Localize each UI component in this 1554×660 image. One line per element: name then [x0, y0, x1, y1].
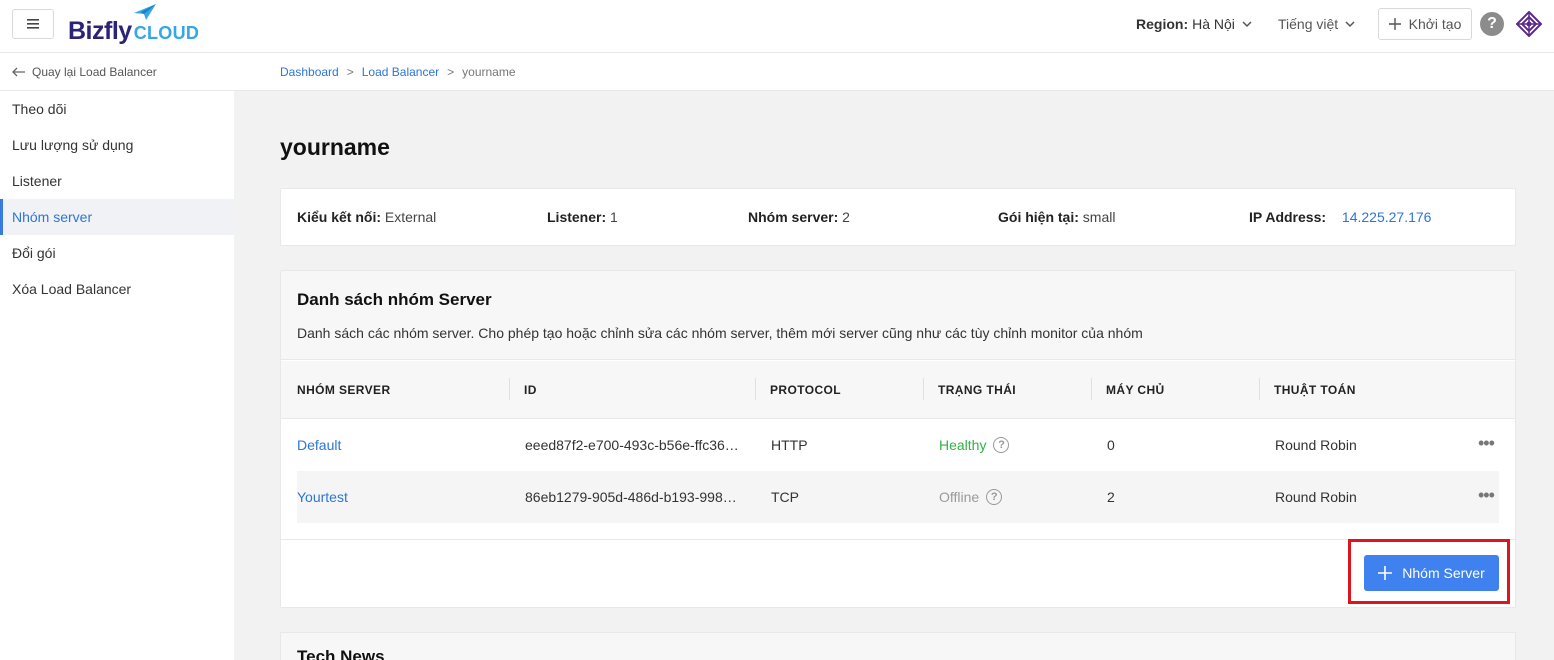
column-divider	[755, 378, 756, 400]
load-balancer-info-card: Kiểu kết nối: External Listener: 1 Nhóm …	[280, 188, 1516, 246]
server-group-count-label: Nhóm server:	[748, 209, 839, 225]
breadcrumb-load-balancer[interactable]: Load Balancer	[362, 65, 439, 79]
column-header-status[interactable]: TRẠNG THÁI	[938, 361, 1016, 419]
status-badge: Healthy	[939, 437, 987, 453]
card-footer-divider	[281, 539, 1515, 540]
breadcrumb-current: yourname	[462, 64, 516, 79]
server-group-algorithm: Round Robin	[1275, 489, 1357, 505]
paper-plane-icon	[134, 4, 156, 20]
region-selector[interactable]: Region: Hà Nội	[1136, 16, 1255, 32]
server-group-id: 86eb1279-905d-486d-b193-998…	[525, 489, 737, 505]
current-plan: Gói hiện tại: small	[998, 209, 1115, 225]
server-group-status: Offline ?	[939, 471, 1003, 523]
status-badge: Offline	[939, 489, 980, 505]
sidebar: Quay lại Load Balancer Theo dõi Lưu lượn…	[0, 53, 234, 660]
region-label: Region:	[1136, 16, 1189, 32]
add-server-group-label: Nhóm Server	[1402, 565, 1485, 581]
help-question-icon[interactable]: ?	[993, 437, 1010, 453]
add-server-group-button[interactable]: Nhóm Server	[1364, 555, 1499, 591]
server-group-name-link[interactable]: Yourtest	[297, 471, 348, 523]
server-group-protocol: TCP	[771, 489, 799, 505]
top-bar: Bizfly CLOUD Region: Hà Nội Tiếng việt K…	[0, 0, 1554, 53]
tech-news-card: Tech News	[280, 632, 1516, 660]
plus-icon	[1378, 566, 1393, 580]
bizfly-logo[interactable]: Bizfly CLOUD	[68, 4, 200, 46]
breadcrumb: Dashboard > Load Balancer > yourname	[234, 53, 1554, 91]
server-group-server-count: 2	[1107, 489, 1115, 505]
breadcrumb-dashboard[interactable]: Dashboard	[280, 65, 339, 79]
user-avatar-icon[interactable]	[1516, 11, 1542, 37]
column-header-server-group[interactable]: NHÓM SERVER	[297, 361, 391, 419]
column-header-servers[interactable]: MÁY CHỦ	[1106, 361, 1165, 419]
create-button[interactable]: Khởi tạo	[1378, 8, 1472, 40]
more-actions-icon[interactable]: •••	[1478, 433, 1495, 454]
current-plan-label: Gói hiện tại:	[998, 209, 1079, 225]
back-label: Quay lại Load Balancer	[32, 64, 157, 79]
server-group-status: Healthy ?	[939, 419, 1010, 471]
breadcrumb-separator: >	[447, 64, 455, 79]
language-value: Tiếng việt	[1278, 16, 1339, 32]
table-header: NHÓM SERVER ID PROTOCOL TRẠNG THÁI MÁY C…	[281, 361, 1515, 419]
region-value: Hà Nội	[1192, 16, 1235, 32]
connection-type: Kiểu kết nối: External	[297, 209, 436, 225]
logo-sub-text: CLOUD	[133, 23, 200, 43]
page-title: yourname	[280, 134, 390, 160]
table-row[interactable]: Yourtest 86eb1279-905d-486d-b193-998… TC…	[297, 471, 1499, 523]
hamburger-icon	[27, 19, 39, 29]
table-row[interactable]: Default eeed87f2-e700-493c-b56e-ffc36… H…	[281, 419, 1515, 471]
column-header-protocol[interactable]: PROTOCOL	[770, 361, 841, 419]
tech-news-title: Tech News	[297, 647, 385, 660]
server-group-title: Danh sách nhóm Server	[297, 290, 492, 309]
server-group-algorithm: Round Robin	[1275, 437, 1357, 453]
ip-address: IP Address: 14.225.27.176	[1249, 209, 1431, 225]
server-group-description: Danh sách các nhóm server. Cho phép tạo …	[297, 325, 1143, 341]
logo-text: Bizfly	[68, 17, 132, 45]
server-group-card: Danh sách nhóm Server Danh sách các nhóm…	[280, 270, 1516, 608]
server-group-name-link[interactable]: Default	[297, 419, 341, 471]
column-divider	[923, 378, 924, 400]
menu-toggle-button[interactable]	[12, 9, 54, 39]
listener-count-value: 1	[610, 209, 618, 225]
column-divider	[1259, 378, 1260, 400]
chevron-down-icon	[1242, 21, 1252, 28]
plus-icon	[1388, 18, 1401, 30]
server-group-count-value: 2	[842, 209, 850, 225]
listener-count: Listener: 1	[547, 209, 618, 225]
chevron-down-icon	[1345, 21, 1355, 28]
more-actions-icon[interactable]: •••	[1478, 485, 1495, 506]
help-question-icon[interactable]: ?	[986, 489, 1003, 505]
breadcrumb-separator: >	[346, 64, 354, 79]
sidebar-item-delete-load-balancer[interactable]: Xóa Load Balancer	[0, 271, 234, 307]
current-plan-value: small	[1082, 209, 1116, 225]
column-header-id[interactable]: ID	[524, 361, 537, 419]
server-group-card-header: Danh sách nhóm Server Danh sách các nhóm…	[281, 271, 1515, 360]
ip-address-value[interactable]: 14.225.27.176	[1342, 209, 1432, 225]
arrow-left-icon	[12, 67, 25, 76]
server-group-id: eeed87f2-e700-493c-b56e-ffc36…	[525, 437, 739, 453]
column-divider	[1091, 378, 1092, 400]
connection-type-label: Kiểu kết nối:	[297, 209, 382, 225]
server-group-count: Nhóm server: 2	[748, 209, 850, 225]
sidebar-item-traffic-usage[interactable]: Lưu lượng sử dụng	[0, 127, 234, 163]
sidebar-item-change-plan[interactable]: Đổi gói	[0, 235, 234, 271]
sidebar-item-server-group[interactable]: Nhóm server	[0, 199, 234, 235]
column-header-algorithm[interactable]: THUẬT TOÁN	[1274, 361, 1356, 419]
ip-address-label: IP Address:	[1249, 209, 1327, 225]
back-to-load-balancer-link[interactable]: Quay lại Load Balancer	[0, 53, 234, 91]
server-group-server-count: 0	[1107, 437, 1115, 453]
server-group-protocol: HTTP	[771, 437, 808, 453]
connection-type-value: External	[384, 209, 437, 225]
sidebar-item-listener[interactable]: Listener	[0, 163, 234, 199]
column-divider	[509, 378, 510, 400]
sidebar-item-monitoring[interactable]: Theo dõi	[0, 91, 234, 127]
create-button-label: Khởi tạo	[1408, 16, 1462, 32]
listener-count-label: Listener:	[547, 209, 607, 225]
help-icon[interactable]: ?	[1480, 12, 1504, 36]
language-selector[interactable]: Tiếng việt	[1278, 16, 1356, 32]
